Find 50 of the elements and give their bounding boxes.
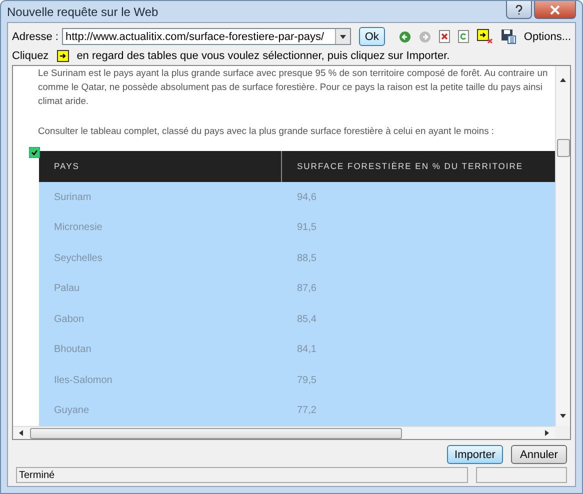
intro-text: Consulter le tableau complet, classé du pays avec la plus grande surface forestière à celui en ayant le moins : — [38, 124, 495, 136]
table-cell-text: Micronesie — [53, 221, 104, 236]
table-cell-text: Surinam — [53, 190, 92, 205]
hide-icons-icon[interactable] — [476, 29, 493, 44]
table-cell-text: 94,6 — [296, 190, 318, 205]
scroll-left-icon[interactable] — [17, 429, 25, 438]
scroll-thumb[interactable] — [556, 139, 570, 158]
options-button[interactable]: Options... — [524, 30, 571, 43]
window-title: Nouvelle requête sur le Web — [7, 4, 158, 18]
back-icon[interactable] — [398, 30, 411, 43]
table-cell-text: 91,5 — [296, 221, 318, 236]
table-cell-text: Palau — [53, 282, 81, 296]
table-cell-text: 79,5 — [296, 374, 318, 388]
table-cell-text: Seychelles — [53, 252, 104, 266]
address-combobox[interactable]: http://www.actualitix.com/surface-forestiere-par-pays/ — [62, 28, 351, 46]
table-cell-text: 88,5 — [296, 252, 318, 266]
ok-button[interactable]: Ok — [358, 27, 385, 46]
arrow-marker-icon — [56, 50, 69, 62]
instruction-text: Cliquez — [12, 50, 49, 62]
table-select-checkbox[interactable] — [29, 146, 40, 158]
table-cell-text: Gabon — [53, 312, 86, 327]
save-query-icon[interactable] — [500, 29, 516, 44]
scrollbar-corner — [555, 426, 570, 440]
close-button[interactable] — [534, 1, 576, 19]
scroll-up-icon[interactable] — [559, 76, 567, 84]
paragraph-text: Le Surinam est le pays ayant la plus grande surface avec presque 95 % de son territoire composé de forêt. Au contraire un comme le Qatar, ne possède absolument pas de surface forestière. Pour ce pays la raison est la petite taille du pays ainsi climat aride. — [38, 66, 549, 108]
table-cell-text: Guyane — [53, 404, 90, 418]
table-cell-text: Bhoutan — [53, 343, 92, 358]
table-cell-text: 87,6 — [296, 282, 318, 296]
help-button[interactable] — [506, 1, 532, 19]
address-label: Adresse : — [12, 30, 58, 43]
scroll-thumb[interactable] — [30, 428, 402, 439]
horizontal-scrollbar[interactable] — [13, 426, 555, 440]
help-icon — [515, 4, 523, 14]
refresh-icon[interactable] — [458, 30, 469, 44]
status-text: Terminé — [16, 467, 468, 484]
dropdown-caret-icon[interactable] — [338, 32, 347, 41]
stop-icon[interactable] — [438, 30, 450, 44]
dialog-button[interactable]: Importer — [447, 445, 503, 464]
close-icon — [550, 4, 560, 14]
vertical-scrollbar[interactable] — [555, 66, 570, 426]
table-cell-text: 84,1 — [296, 343, 318, 358]
instruction-text: en regard des tables que vous voulez sélectionner, puis cliquez sur Importer. — [76, 50, 450, 62]
table-cell-text: 77,2 — [296, 404, 318, 418]
table-cell-text: Iles-Salomon — [53, 374, 114, 388]
scroll-down-icon[interactable] — [559, 412, 567, 420]
column-header: SURFACE FORESTIÈRE EN % DU TERRITOIRE — [296, 160, 524, 174]
table-cell-text: 85,4 — [296, 312, 318, 327]
dialog-button[interactable]: Annuler — [511, 445, 567, 464]
scroll-right-icon[interactable] — [543, 429, 551, 438]
